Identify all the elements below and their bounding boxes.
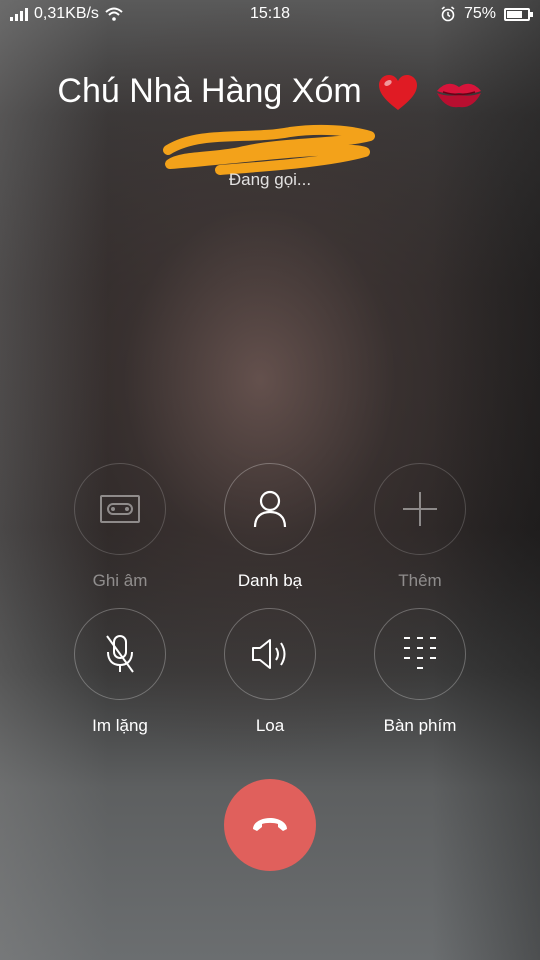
speaker-button[interactable]: Loa xyxy=(195,608,345,736)
red-heart-emoji xyxy=(379,75,418,111)
mute-button[interactable]: Im lặng xyxy=(45,608,195,736)
record-button-circle xyxy=(74,463,166,555)
speaker-icon xyxy=(252,639,286,669)
record-label: Ghi âm xyxy=(92,571,148,590)
keypad-label: Bàn phím xyxy=(383,716,457,735)
add-call-button[interactable]: Thêm xyxy=(345,463,495,591)
contacts-button-circle xyxy=(224,463,316,555)
add-call-label: Thêm xyxy=(398,571,442,590)
mute-mic-icon xyxy=(106,635,134,673)
speaker-label: Loa xyxy=(255,716,285,735)
battery-fill xyxy=(507,10,522,18)
mute-label: Im lặng xyxy=(92,716,148,735)
contacts-button[interactable]: Danh bạ xyxy=(195,463,345,591)
status-right: 75% xyxy=(440,5,533,23)
keypad-button-circle xyxy=(374,608,466,700)
alarm-icon xyxy=(441,6,455,22)
contact-name-row: Chú Nhà Hàng Xóm xyxy=(0,72,540,113)
speaker-button-circle xyxy=(224,608,316,700)
redacted-number-scribble xyxy=(163,124,375,175)
end-call-icon xyxy=(253,818,287,831)
add-icon xyxy=(403,492,437,526)
add-call-button-circle xyxy=(374,463,466,555)
battery-icon xyxy=(504,7,533,21)
contacts-label: Danh bạ xyxy=(237,571,303,590)
keypad-button[interactable]: Bàn phím xyxy=(345,608,495,736)
contact-name: Chú Nhà Hàng Xóm xyxy=(57,72,362,110)
record-button[interactable]: Ghi âm xyxy=(45,463,195,591)
status-bar: 0,31KB/s 15:18 75% xyxy=(0,0,540,30)
kiss-mark-emoji xyxy=(436,83,481,108)
contact-icon xyxy=(253,490,287,528)
mute-button-circle xyxy=(74,608,166,700)
end-call-button[interactable] xyxy=(224,779,316,871)
keypad-icon xyxy=(404,637,436,669)
record-icon xyxy=(100,495,140,523)
battery-percent: 75% xyxy=(463,5,496,22)
call-status: Đang gọi... xyxy=(228,170,312,189)
